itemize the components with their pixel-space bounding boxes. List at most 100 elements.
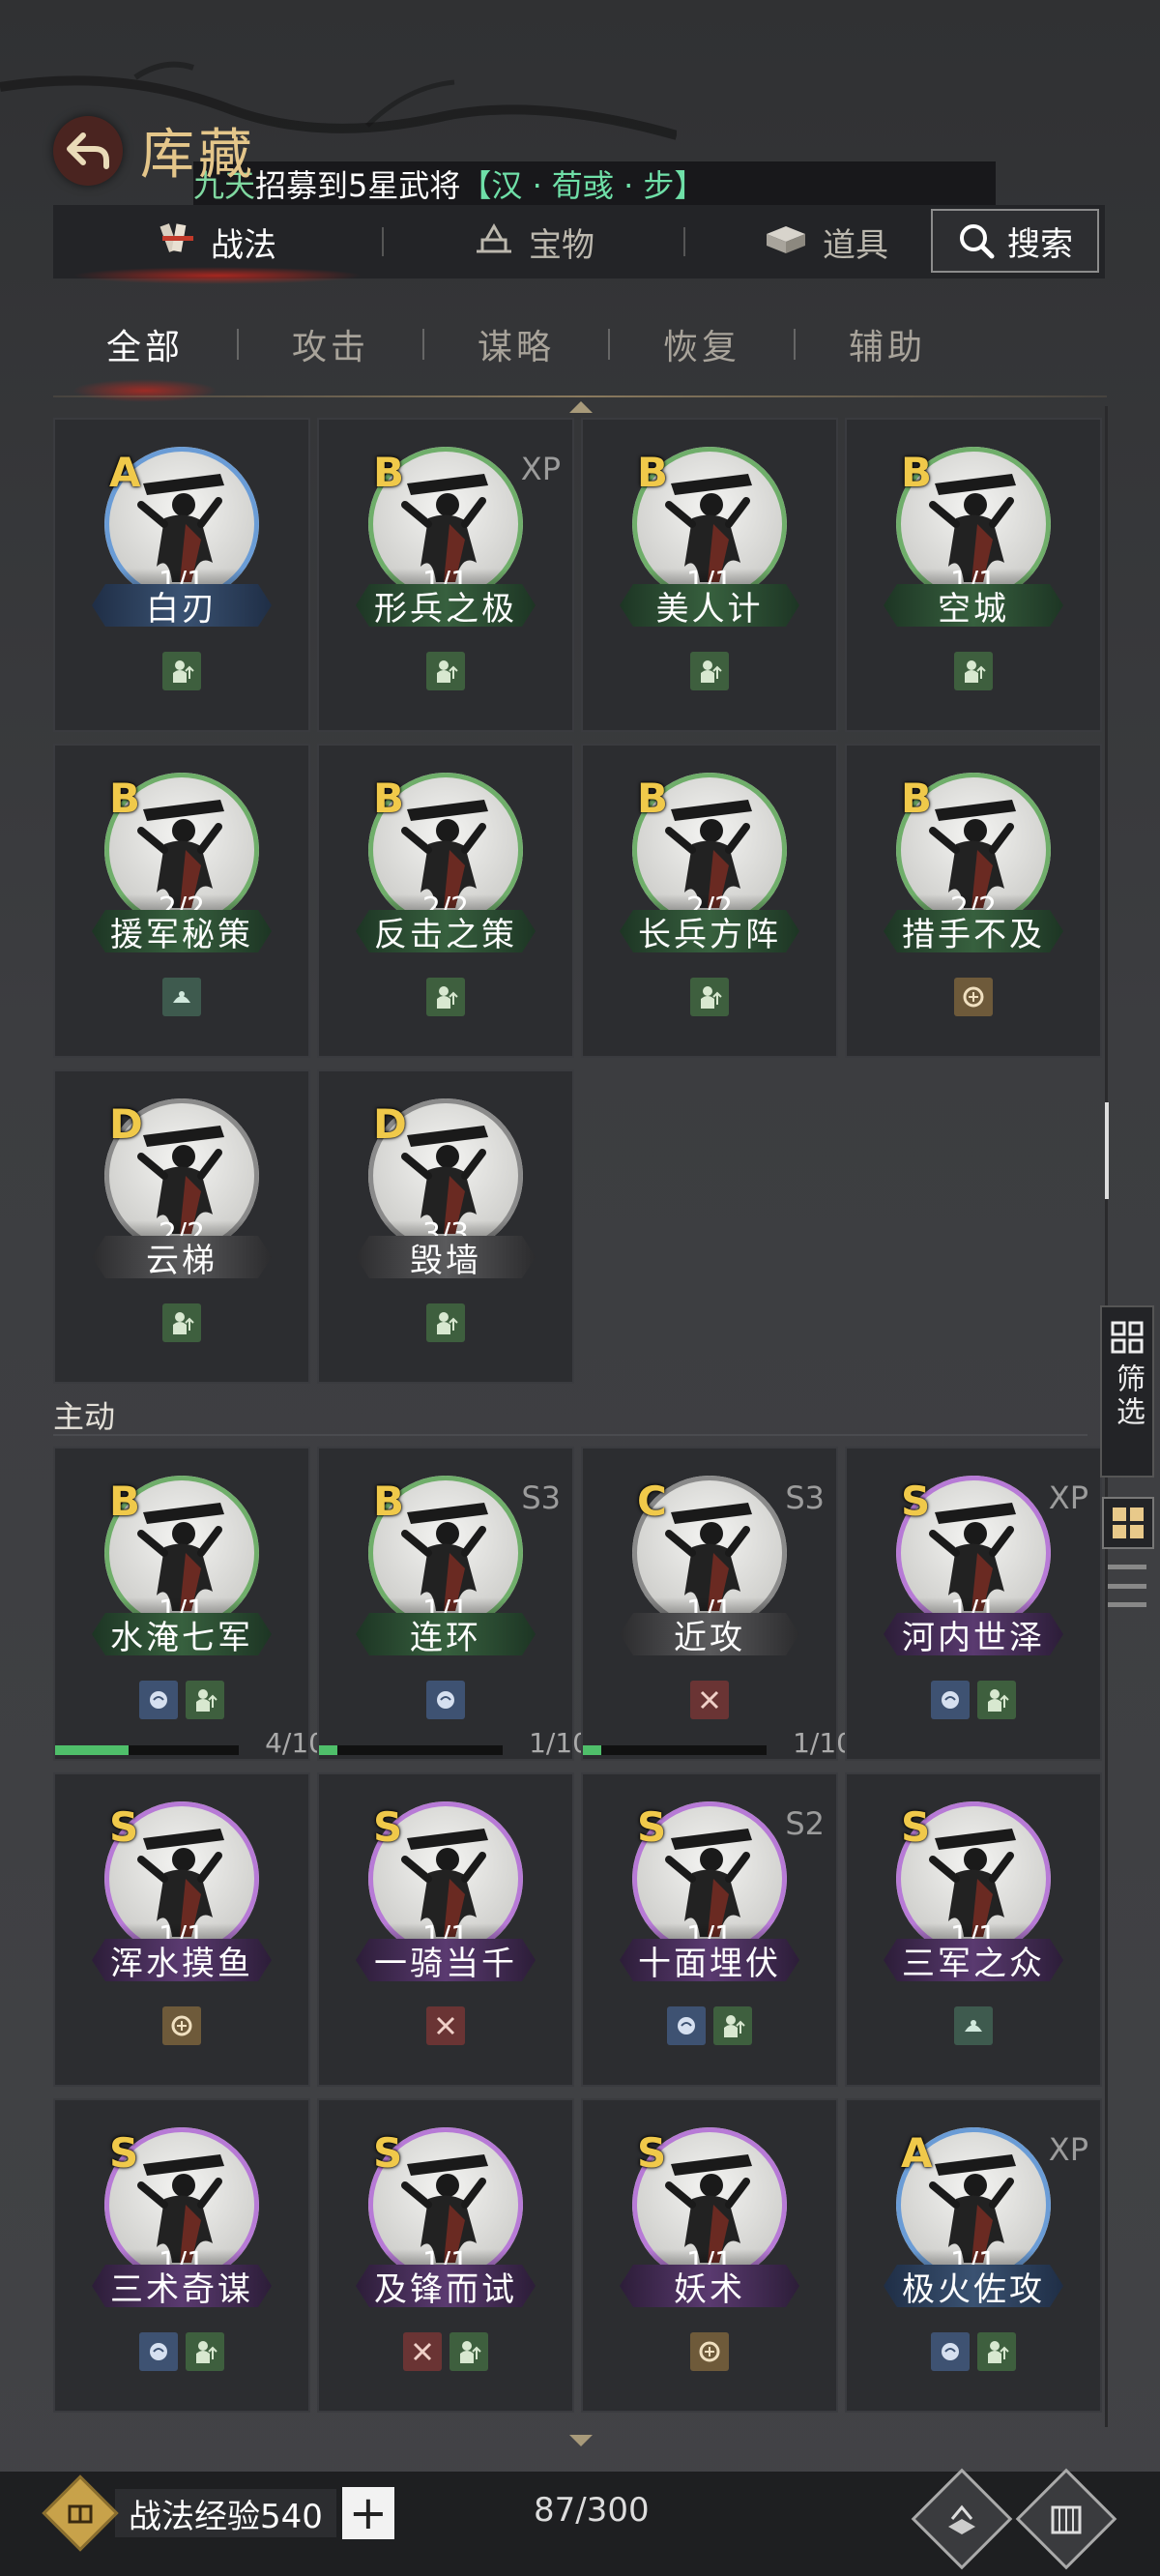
tactic-card[interactable]: D 2/2 云梯 xyxy=(53,1069,310,1384)
tactic-name: 空城 xyxy=(884,584,1063,627)
tag-label: S3 xyxy=(785,1479,825,1516)
subtab-attack[interactable]: 攻击 xyxy=(239,319,422,369)
grid-view-toggle[interactable] xyxy=(1102,1497,1154,1549)
tactic-card[interactable]: B S3 1/1 连环 1/10 xyxy=(317,1447,590,1761)
filter-button[interactable]: 筛选 xyxy=(1100,1305,1154,1478)
tactic-name: 措手不及 xyxy=(884,910,1063,952)
tactic-card[interactable]: S 1/1 三术奇谋 xyxy=(53,2098,310,2413)
buff-up-icon xyxy=(186,1681,224,1719)
trait-icons xyxy=(55,2332,308,2371)
learning-progress: 1/10 xyxy=(319,1727,590,1759)
grade-badge: B xyxy=(109,775,141,822)
tactic-name: 长兵方阵 xyxy=(620,910,799,952)
tab-treasure-label: 宝物 xyxy=(529,225,594,265)
trait-icons xyxy=(319,652,572,690)
tactic-name: 连环 xyxy=(356,1613,536,1655)
heal-herb-icon xyxy=(954,2006,993,2045)
tactic-card[interactable]: S 1/1 一骑当千 xyxy=(317,1772,574,2087)
trait-icons xyxy=(583,652,836,690)
progress-fill xyxy=(583,1745,601,1755)
exp-book-icon xyxy=(42,2474,119,2552)
tactic-card[interactable]: B 2/2 反击之策 xyxy=(317,744,574,1058)
add-exp-button[interactable]: + xyxy=(341,2487,394,2539)
tactic-name: 水淹七军 xyxy=(92,1613,272,1655)
tactic-card[interactable]: A XP 1/1 极火佐攻 xyxy=(845,2098,1102,2413)
trait-icons xyxy=(319,978,572,1016)
tactic-card[interactable]: B 1/1 水淹七军 4/10 xyxy=(53,1447,326,1761)
trait-icons xyxy=(583,1681,836,1719)
back-button[interactable] xyxy=(53,115,123,186)
buff-up-icon xyxy=(690,652,729,690)
ticker-hero: 【汉 · 荀彧 · 步】 xyxy=(460,167,706,204)
tag-label: S3 xyxy=(521,1479,561,1516)
section-divider xyxy=(53,1434,1088,1436)
shield-emblem-icon xyxy=(954,978,993,1016)
tactic-name: 十面埋伏 xyxy=(620,1939,799,1981)
grade-badge: C xyxy=(637,1478,667,1525)
tactic-card[interactable]: B 2/2 援军秘策 xyxy=(53,744,310,1058)
tactic-card[interactable]: B 2/2 长兵方阵 xyxy=(581,744,838,1058)
inventory-capacity: 87/300 xyxy=(534,2491,650,2530)
tactic-card[interactable]: C S3 1/1 近攻 1/10 xyxy=(581,1447,854,1761)
grade-badge: S xyxy=(637,2129,667,2177)
tactic-name: 毁墙 xyxy=(356,1236,536,1278)
tactic-name: 援军秘策 xyxy=(92,910,272,952)
tactic-card[interactable]: S 1/1 浑水摸鱼 xyxy=(53,1772,310,2087)
scrollbar-thumb[interactable] xyxy=(1105,1102,1109,1199)
trait-icons xyxy=(583,2006,836,2045)
broadcast-ticker: 九天 招募到5星武将 【汉 · 荀彧 · 步】 xyxy=(193,161,996,206)
tactic-card[interactable]: B 1/1 美人计 xyxy=(581,418,838,732)
tactic-card[interactable]: B XP 1/1 形兵之极 xyxy=(317,418,574,732)
filter-label: 筛选 xyxy=(1111,1363,1145,1429)
tactic-card[interactable]: B 2/2 措手不及 xyxy=(845,744,1102,1058)
grade-badge: B xyxy=(637,449,669,496)
tactic-name: 美人计 xyxy=(620,584,799,627)
tab-tactics-label: 战法 xyxy=(211,225,276,265)
tactic-card[interactable]: D 3/3 毁墙 xyxy=(317,1069,574,1384)
list-view-toggle[interactable] xyxy=(1108,1565,1146,1607)
trait-icons xyxy=(847,652,1100,690)
strategy-orb-icon xyxy=(139,2332,178,2371)
tactic-card[interactable]: S XP 1/1 河内世泽 xyxy=(845,1447,1102,1761)
category-filter-tabs: 全部 攻击 谋略 恢复 辅助 xyxy=(53,307,1107,402)
tactic-card[interactable]: S 1/1 妖术 xyxy=(581,2098,838,2413)
tactic-card[interactable]: S 1/1 及锋而试 xyxy=(317,2098,574,2413)
strategy-orb-icon xyxy=(667,2006,706,2045)
filter-grid-icon xyxy=(1111,1321,1144,1354)
subtab-recovery[interactable]: 恢复 xyxy=(610,319,794,369)
learning-progress: 1/10 xyxy=(583,1727,854,1759)
strategy-orb-icon xyxy=(426,1681,465,1719)
item-chest-icon xyxy=(763,220,809,264)
shield-emblem-icon xyxy=(690,2332,729,2371)
subtab-support[interactable]: 辅助 xyxy=(796,319,979,369)
subtab-strategy[interactable]: 谋略 xyxy=(424,319,608,369)
strategy-orb-icon xyxy=(139,1681,178,1719)
trait-icons xyxy=(319,1681,572,1719)
trait-icons xyxy=(319,2332,572,2371)
strategy-orb-icon xyxy=(931,2332,970,2371)
section-label-active: 主动 xyxy=(53,1398,116,1435)
tactic-card[interactable]: S 1/1 三军之众 xyxy=(845,1772,1102,2087)
tactic-card[interactable]: S S2 1/1 十面埋伏 xyxy=(581,1772,838,2087)
tactic-name: 极火佐攻 xyxy=(884,2265,1063,2307)
search-button[interactable]: 搜索 xyxy=(931,209,1099,273)
grade-badge: S xyxy=(901,1803,931,1851)
subtab-all[interactable]: 全部 xyxy=(53,319,237,402)
buff-up-icon xyxy=(954,652,993,690)
tab-treasure[interactable]: 宝物 xyxy=(384,205,683,278)
grade-badge: S xyxy=(109,1803,139,1851)
main-tab-bar: 战法 宝物 道具 搜索 xyxy=(53,205,1105,284)
tactic-card[interactable]: A 1/1 白刃 xyxy=(53,418,310,732)
tactic-card[interactable]: B 1/1 空城 xyxy=(845,418,1102,732)
tab-tactics[interactable]: 战法 xyxy=(53,205,382,284)
buff-up-icon xyxy=(713,2006,752,2045)
trait-icons xyxy=(55,1303,308,1342)
scroll-down-indicator-icon xyxy=(569,2435,593,2446)
learning-progress: 4/10 xyxy=(55,1727,326,1759)
progress-track xyxy=(55,1745,239,1755)
upgrade-book-icon xyxy=(948,2504,975,2534)
tab-items[interactable]: 道具 xyxy=(685,205,917,278)
tactic-exp-label: 战法经验540 xyxy=(115,2489,336,2537)
buff-up-icon xyxy=(690,978,729,1016)
ticker-message: 招募到5星武将 xyxy=(255,167,461,204)
